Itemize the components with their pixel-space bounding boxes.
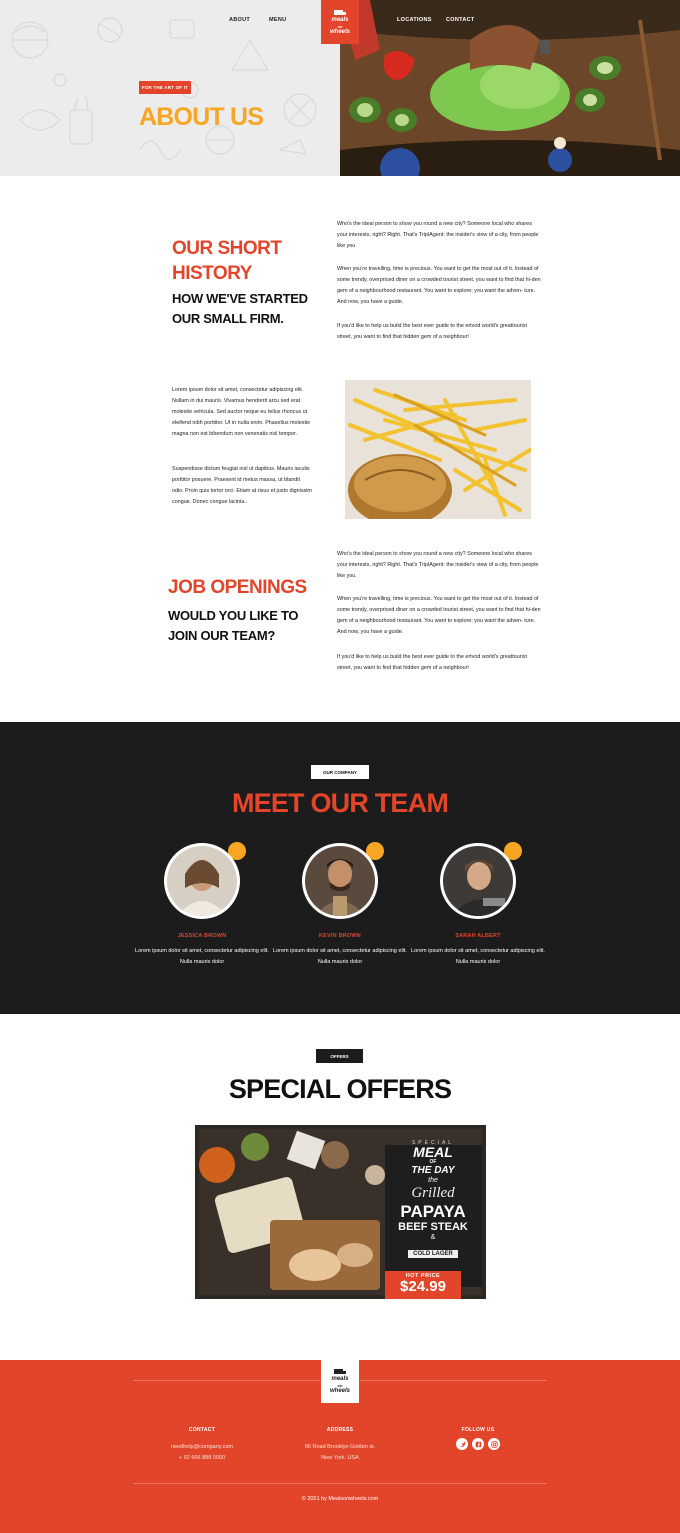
footer-logo-meals: meals <box>331 1376 349 1382</box>
member-name: JESSICA BROWN <box>177 933 227 939</box>
lorem-paragraph-2: Suspendisse dictum feugiat nisl ut dapib… <box>172 466 312 505</box>
menu-board: SPECIAL MEAL OF THE DAY the Grilled PAPA… <box>387 1140 479 1260</box>
team-member-card: SARAH ALBERT Lorem ipsum dolor sit amet,… <box>408 842 548 968</box>
footer-phone[interactable]: + 92 666 888 0000 <box>132 1453 272 1464</box>
page-title: ABOUT US <box>139 103 264 131</box>
fries-burger-photo <box>345 380 531 519</box>
board-price: $24.99 <box>400 1278 446 1295</box>
history-paragraph-3: If you'd like to help us build the best … <box>337 323 527 340</box>
history-paragraph-2: When you're travelling, time is precious… <box>337 266 541 305</box>
copyright: © 2021 by Mealsonwheels.com <box>301 1496 379 1502</box>
footer-divider <box>359 1380 547 1381</box>
nav-locations[interactable]: LOCATIONS <box>397 17 432 23</box>
offers-title: SPECIAL OFFERS <box>228 1074 452 1104</box>
team-tag: OUR COMPANY <box>311 765 369 779</box>
history-subtitle-line2: OUR SMALL FIRM. <box>172 311 284 326</box>
member-name: SARAH ALBERT <box>455 933 501 939</box>
board-the-day: THE DAY <box>411 1165 455 1176</box>
nav-about[interactable]: ABOUT <box>229 17 250 23</box>
price-tag: HOT PRICE $24.99 <box>385 1271 461 1299</box>
logo-text-meals: meals <box>331 16 349 23</box>
team-member-card: KEVIN BROWN Lorem ipsum dolor sit amet, … <box>270 842 410 968</box>
jobs-subtitle-line2: JOIN OUR TEAM? <box>168 628 276 643</box>
nav-contact[interactable]: CONTACT <box>446 17 475 23</box>
board-the: the <box>428 1177 438 1184</box>
footer-contact: CONTACT needhelp@company.com + 92 666 88… <box>132 1427 272 1464</box>
instagram-icon[interactable] <box>488 1438 500 1450</box>
footer-logo[interactable]: meals on wheels <box>321 1360 359 1403</box>
footer-contact-heading: CONTACT <box>188 1427 216 1433</box>
footer-divider <box>133 1483 547 1484</box>
footer-social: FOLLOW US <box>408 1427 548 1450</box>
jobs-subtitle-line1: WOULD YOU LIKE TO <box>168 608 299 623</box>
jobs-paragraph-2: When you're travelling, time is precious… <box>337 596 541 635</box>
nav-menu[interactable]: MENU <box>269 17 286 23</box>
avatar <box>302 842 384 919</box>
board-grilled: Grilled <box>411 1185 455 1201</box>
offers-tag: OFFERS <box>316 1049 363 1063</box>
social-links <box>408 1438 548 1450</box>
twitter-icon[interactable] <box>456 1438 468 1450</box>
team-member-card: JESSICA BROWN Lorem ipsum dolor sit amet… <box>132 842 272 968</box>
member-name: KEVIN BROWN <box>319 933 361 939</box>
board-cold-lager: COLD LAGER <box>408 1250 458 1258</box>
logo-text-wheels: wheels <box>329 28 350 35</box>
footer-address-line2: New York. USA <box>321 1455 359 1461</box>
history-subtitle-line1: HOW WE'VE STARTED <box>172 291 308 306</box>
truck-icon <box>334 1369 346 1374</box>
jobs-paragraph-3: If you'd like to help us build the best … <box>337 654 527 671</box>
board-papaya: PAPAYA <box>400 1202 466 1221</box>
truck-icon <box>334 9 346 15</box>
avatar <box>440 842 522 919</box>
footer-logo-wheels: wheels <box>329 1388 350 1394</box>
member-description: Lorem ipsum dolor sit amet, consectetur … <box>411 948 545 965</box>
footer-address-heading: ADDRESS <box>326 1427 354 1433</box>
history-title-line2: HISTORY <box>172 263 252 284</box>
board-amp: & <box>430 1234 436 1241</box>
jobs-subtitle: WOULD YOU LIKE TO JOIN OUR TEAM? <box>168 606 299 646</box>
hero-tag: FOR THE ART OF IT <box>139 81 191 94</box>
board-beef-steak: BEEF STEAK <box>398 1221 468 1233</box>
footer-follow-heading: FOLLOW US <box>461 1427 495 1433</box>
member-description: Lorem ipsum dolor sit amet, consectetur … <box>273 948 407 965</box>
history-title-line1: OUR SHORT <box>172 238 282 259</box>
member-description: Lorem ipsum dolor sit amet, consectetur … <box>135 948 269 965</box>
hero-section: ABOUT MENU LOCATIONS CONTACT meals on wh… <box>0 0 680 176</box>
jobs-title: JOB OPENINGS <box>168 577 307 598</box>
team-title: MEET OUR TEAM <box>231 788 449 818</box>
avatar <box>164 842 246 919</box>
history-title: OUR SHORT HISTORY <box>172 236 282 286</box>
footer-email[interactable]: needhelp@company.com <box>132 1442 272 1453</box>
board-meal: MEAL <box>413 1144 453 1160</box>
brand-logo[interactable]: meals on wheels <box>321 0 359 44</box>
footer-divider <box>133 1380 321 1381</box>
jobs-paragraph-1: Who's the ideal person to show you round… <box>337 551 539 579</box>
lorem-paragraph-1: Lorem ipsum dolor sit amet, consectetur … <box>172 387 311 437</box>
footer-address: ADDRESS 66 Road Brooklyn Golden st. New … <box>270 1427 410 1464</box>
footer-address-line1: 66 Road Brooklyn Golden st. <box>304 1444 376 1450</box>
history-paragraph-1: Who's the ideal person to show you round… <box>337 221 539 249</box>
facebook-icon[interactable] <box>472 1438 484 1450</box>
special-offer-banner[interactable]: SPECIAL MEAL OF THE DAY the Grilled PAPA… <box>195 1125 486 1299</box>
history-subtitle: HOW WE'VE STARTED OUR SMALL FIRM. <box>172 289 308 329</box>
